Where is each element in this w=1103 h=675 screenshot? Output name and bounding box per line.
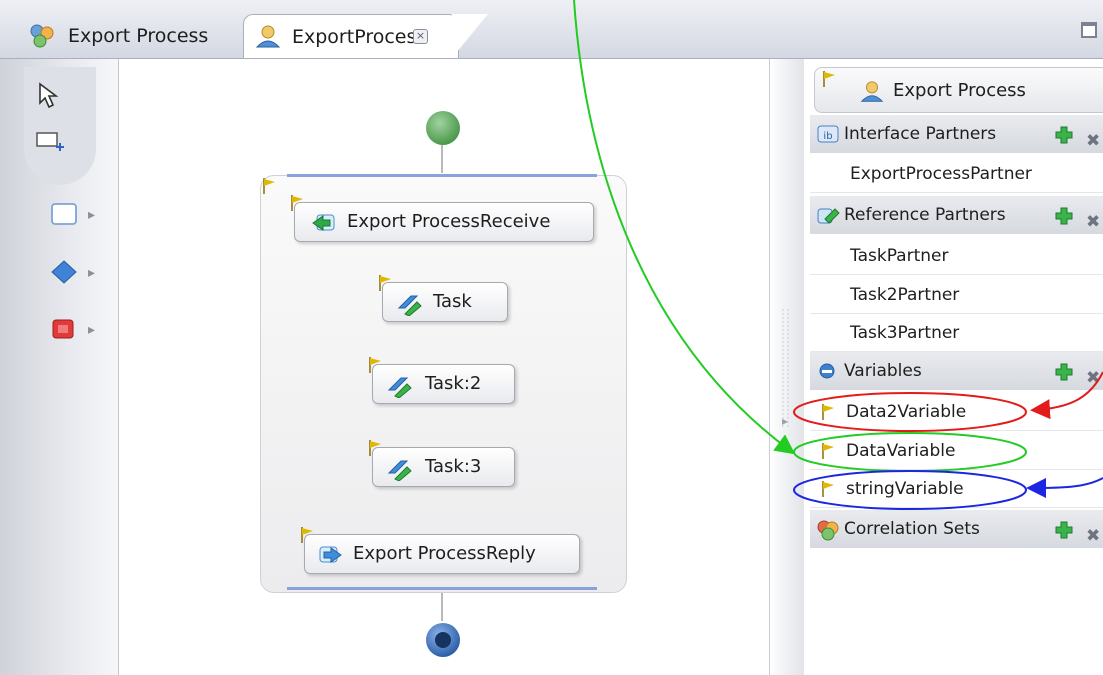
annotation-arrow-red [1030,371,1103,420]
annotation-arrow-blue [1026,477,1103,498]
annotation-arrow-green [573,0,796,455]
highlight-data2variable [793,392,1027,432]
highlight-datavariable [793,432,1027,472]
highlight-stringvariable [793,470,1027,510]
annotation-overlay [573,0,1103,510]
